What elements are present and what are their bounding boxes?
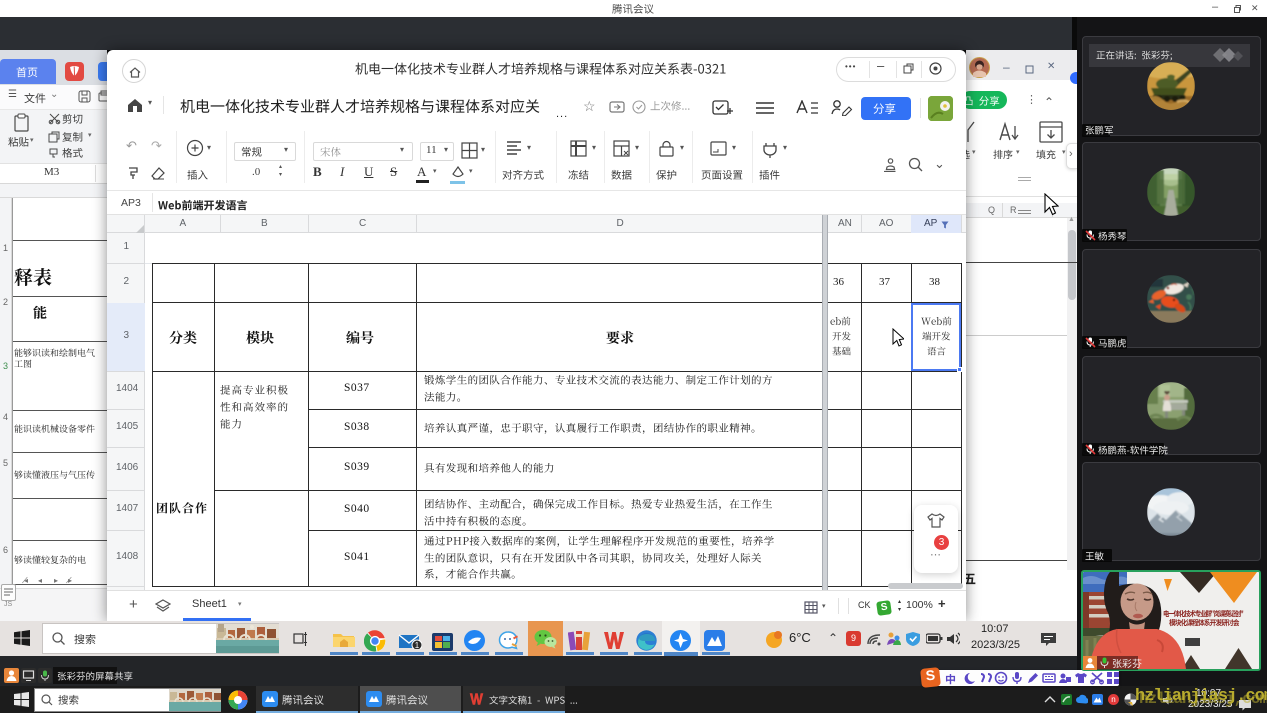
svg-text:1: 1: [415, 641, 420, 649]
